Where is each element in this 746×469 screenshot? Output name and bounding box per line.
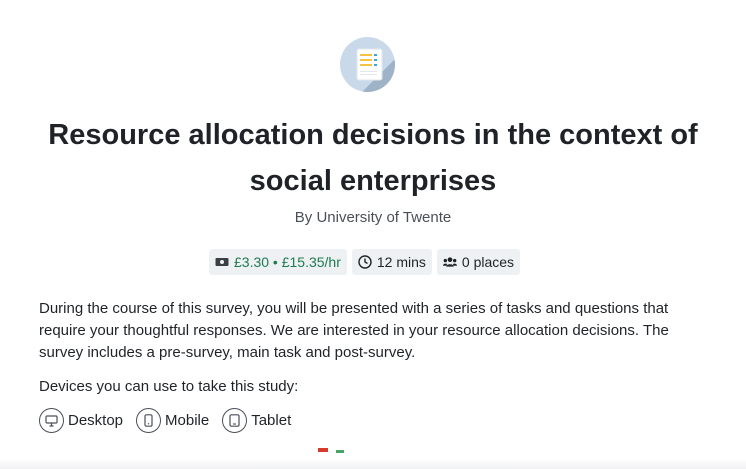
device-label: Desktop [68, 412, 124, 429]
clock-icon [358, 255, 372, 269]
study-document-icon [340, 37, 395, 92]
places-pill: 0 places [436, 249, 521, 275]
duration-text: 12 mins [376, 254, 426, 270]
device-tablet: Tablet [222, 408, 291, 433]
study-title: Resource allocation decisions in the con… [48, 119, 698, 197]
study-details-page: Resource allocation decisions in the con… [0, 0, 746, 469]
partially-visible-icon [318, 448, 328, 452]
partially-visible-icon-2 [336, 450, 344, 453]
device-label: Mobile [165, 412, 210, 429]
study-description: During the course of this survey, you wi… [39, 300, 669, 361]
study-meta-pills: £3.30 • £15.35/hr 12 mins 0 places [209, 249, 521, 275]
device-desktop: Desktop [39, 408, 123, 433]
study-researcher: By University of Twente [294, 209, 452, 226]
mobile-icon [136, 408, 162, 433]
duration-pill: 12 mins [351, 249, 432, 275]
money-icon [215, 255, 229, 269]
reward-pill: £3.30 • £15.35/hr [209, 249, 347, 275]
users-icon [442, 255, 457, 269]
device-list: Desktop Mobile Tablet [39, 408, 291, 433]
reward-text: £3.30 • £15.35/hr [234, 254, 341, 270]
devices-label: Devices you can use to take this study: [39, 378, 299, 395]
places-text: 0 places [461, 254, 515, 270]
device-label: Tablet [251, 412, 292, 429]
tablet-icon [222, 408, 248, 433]
desktop-icon [39, 408, 64, 433]
device-mobile: Mobile [136, 408, 209, 433]
bottom-divider [0, 458, 746, 469]
